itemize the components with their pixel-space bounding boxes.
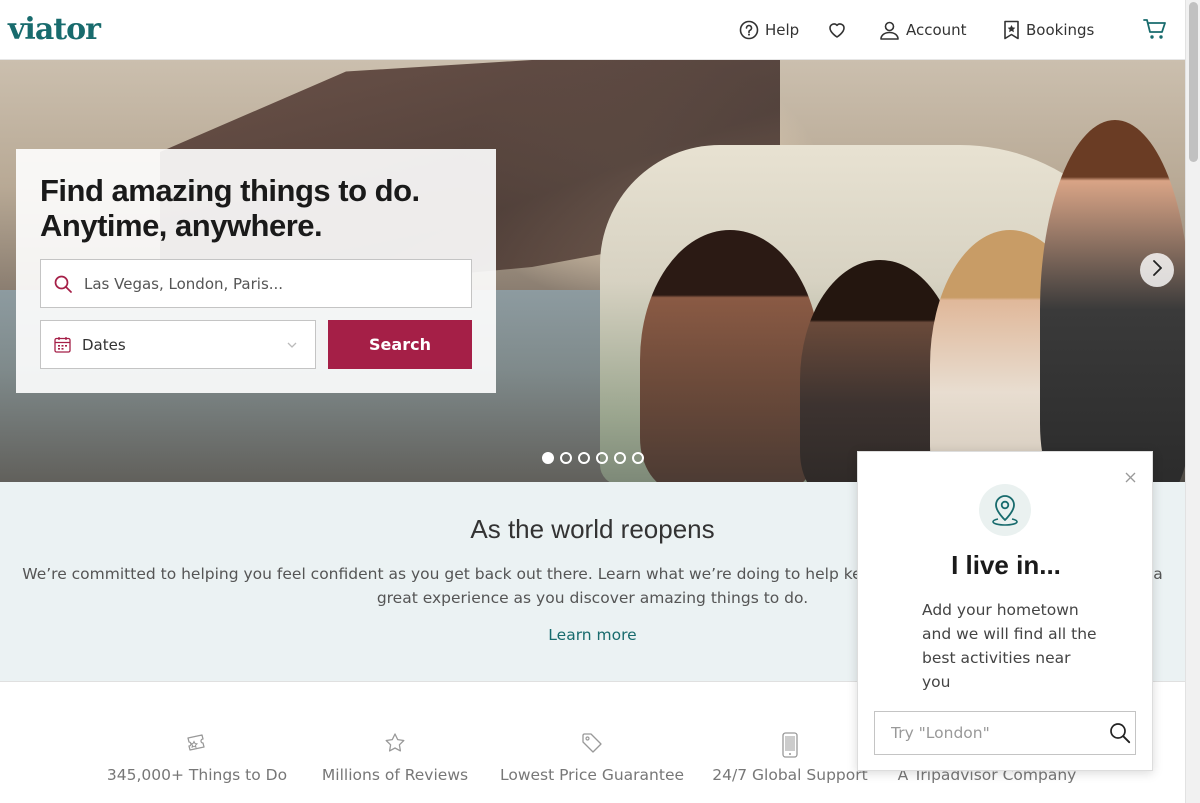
hero-image-person [1040,120,1185,482]
hero-image-person [640,230,820,482]
heart-icon [827,20,847,40]
close-button[interactable] [1122,469,1138,485]
carousel-dot[interactable] [578,452,590,464]
hero-banner: Find amazing things to do. Anytime, anyw… [0,60,1185,482]
feature-item: 345,000+ Things to Do [97,732,297,787]
popup-title: I live in... [951,550,1061,580]
help-link[interactable]: Help [739,18,799,42]
carousel-dot[interactable] [596,452,608,464]
feature-label: Lowest Price Guarantee [499,766,685,784]
site-header: viator Help Account Bookings [0,0,1185,60]
wishlist-button[interactable] [827,18,847,42]
feature-item: Lowest Price Guarantee [492,732,692,787]
hero-title-line2: Anytime, anywhere. [40,208,323,243]
user-icon [879,20,900,40]
bookings-label: Bookings [1026,21,1095,39]
carousel-dots [542,452,644,464]
dates-label: Dates [82,335,126,354]
bookmark-icon [1003,20,1020,40]
carousel-dot[interactable] [614,452,626,464]
carousel-dot[interactable] [542,452,554,464]
feature-item: Millions of Reviews [295,732,495,787]
page-scrollbar[interactable] [1185,0,1200,803]
account-link[interactable]: Account [879,18,967,42]
search-card: Find amazing things to do. Anytime, anyw… [16,149,496,393]
feature-label: Millions of Reviews [321,766,469,784]
viator-logo[interactable]: viator [8,12,101,47]
star-icon [295,732,495,762]
learn-more-label: Learn more [548,626,637,644]
popup-text: Add your hometown and we will find all t… [922,601,1097,691]
price-tag-icon [492,732,692,762]
hometown-input[interactable] [891,724,1101,742]
bookings-link[interactable]: Bookings [1003,18,1094,42]
scrollbar-thumb[interactable] [1189,2,1198,162]
cart-icon [1143,17,1167,41]
cart-button[interactable] [1143,17,1167,41]
carousel-dot[interactable] [560,452,572,464]
dates-picker[interactable]: Dates [40,320,316,369]
carousel-next-button[interactable] [1140,253,1174,287]
hero-title-line1: Find amazing things to do. [40,173,420,208]
destination-input[interactable] [84,274,454,293]
destination-search[interactable] [40,259,472,308]
calendar-icon [54,336,71,353]
chevron-down-icon [287,342,297,348]
feature-label: 345,000+ Things to Do [106,766,288,784]
hometown-search[interactable] [874,711,1136,755]
hometown-popup: I live in... Add your hometown and we wi… [857,451,1153,771]
close-icon [1125,468,1136,487]
search-button[interactable]: Search [328,320,472,369]
help-icon [739,20,759,40]
chevron-right-icon [1152,260,1163,280]
location-pin-icon [979,484,1031,536]
account-label: Account [906,21,967,39]
search-icon [54,275,72,293]
help-label: Help [765,21,800,39]
ticket-icon [97,732,297,762]
carousel-dot[interactable] [632,452,644,464]
hero-title: Find amazing things to do. Anytime, anyw… [40,173,480,243]
search-icon[interactable] [1109,722,1131,744]
